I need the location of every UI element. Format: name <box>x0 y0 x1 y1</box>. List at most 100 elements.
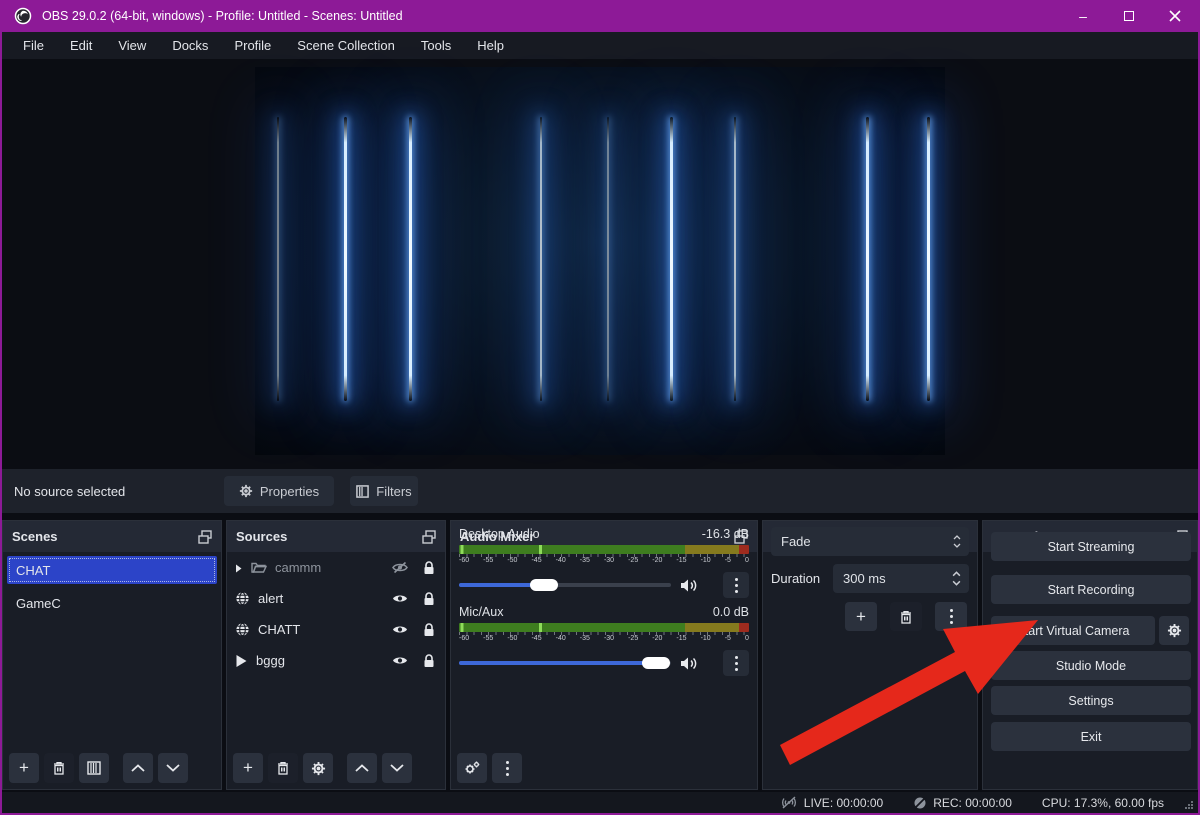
source-name: alert <box>258 591 383 606</box>
menu-profile[interactable]: Profile <box>221 32 284 59</box>
channel-menu-button[interactable] <box>723 572 749 598</box>
meter-scale-tick: -25 <box>628 635 638 642</box>
source-row-cammm[interactable]: cammm <box>227 552 445 583</box>
filter-icon <box>356 485 369 498</box>
meter-scale-tick: -10 <box>701 557 711 564</box>
transition-select[interactable]: Fade <box>771 527 969 556</box>
lock-icon[interactable] <box>423 623 435 637</box>
remove-transition-button[interactable] <box>890 602 922 631</box>
advanced-audio-button[interactable] <box>457 753 487 783</box>
expand-caret-icon[interactable] <box>235 564 243 572</box>
add-transition-button[interactable]: + <box>845 602 877 631</box>
duration-spinbox[interactable]: 300 ms <box>833 564 969 593</box>
scene-up-button[interactable] <box>123 753 153 783</box>
menu-view[interactable]: View <box>105 32 159 59</box>
meter-scale-tick: -20 <box>652 557 662 564</box>
properties-label: Properties <box>260 484 319 499</box>
preview-area[interactable] <box>2 59 1198 469</box>
scene-item-gamec[interactable]: GameC <box>3 589 221 618</box>
controls-panel: Controls Start Streaming Start Recording… <box>982 520 1198 790</box>
start-recording-button[interactable]: Start Recording <box>991 575 1191 604</box>
channel-name: Mic/Aux <box>459 605 503 619</box>
sources-toolbar: + <box>233 753 412 783</box>
add-scene-button[interactable]: + <box>9 753 39 783</box>
scene-down-button[interactable] <box>158 753 188 783</box>
neon-line <box>540 117 542 400</box>
add-source-button[interactable]: + <box>233 753 263 783</box>
resize-grip[interactable] <box>1185 801 1194 810</box>
meter-scale-tick: 0 <box>745 635 749 642</box>
maximize-button[interactable] <box>1106 0 1152 32</box>
dock-area: Scenes CHAT GameC + Sources <box>2 513 1198 792</box>
visibility-on-icon[interactable] <box>391 654 409 667</box>
volume-slider[interactable] <box>459 661 671 665</box>
rec-timer: REC: 00:00:00 <box>933 796 1012 810</box>
preview-canvas[interactable] <box>255 67 945 455</box>
source-row-bggg[interactable]: bggg <box>227 645 445 676</box>
remove-scene-button[interactable] <box>44 753 74 783</box>
studio-mode-button[interactable]: Studio Mode <box>991 651 1191 680</box>
filters-button[interactable]: Filters <box>350 476 418 506</box>
kebab-menu-icon <box>735 656 738 671</box>
meter-scale: -60-55-50-45-40-35-30-25-20-15-10-50 <box>459 557 749 567</box>
no-source-selected-label: No source selected <box>14 484 125 499</box>
spinner-chevrons-icon[interactable] <box>952 571 961 586</box>
source-row-alert[interactable]: alert <box>227 583 445 614</box>
minimize-button[interactable]: – <box>1060 0 1106 32</box>
menu-tools[interactable]: Tools <box>408 32 464 59</box>
double-gear-icon <box>464 761 480 775</box>
neon-line <box>670 117 673 400</box>
scene-name: CHAT <box>16 563 50 578</box>
mixer-menu-button[interactable] <box>492 753 522 783</box>
source-down-button[interactable] <box>382 753 412 783</box>
visibility-on-icon[interactable] <box>391 623 409 636</box>
channel-name: Desktop Audio <box>459 527 540 541</box>
start-virtual-camera-button[interactable]: Start Virtual Camera <box>991 616 1155 645</box>
meter-scale-tick: -45 <box>531 635 541 642</box>
menu-help[interactable]: Help <box>464 32 517 59</box>
exit-button[interactable]: Exit <box>991 722 1191 751</box>
start-streaming-button[interactable]: Start Streaming <box>991 532 1191 561</box>
transition-value: Fade <box>781 534 811 549</box>
meter-scale-tick: -30 <box>604 635 614 642</box>
source-properties-button[interactable] <box>303 753 333 783</box>
globe-icon <box>235 622 250 637</box>
transition-menu-button[interactable] <box>935 602 967 631</box>
lock-icon[interactable] <box>423 654 435 668</box>
neon-line <box>734 117 736 400</box>
slider-handle[interactable] <box>530 579 558 591</box>
visibility-on-icon[interactable] <box>391 592 409 605</box>
menu-docks[interactable]: Docks <box>159 32 221 59</box>
close-button[interactable] <box>1152 0 1198 32</box>
virtual-camera-config-button[interactable] <box>1159 616 1189 645</box>
gear-icon <box>1167 623 1182 638</box>
settings-button[interactable]: Settings <box>991 686 1191 715</box>
visibility-off-icon[interactable] <box>391 561 409 574</box>
sources-panel-header: Sources <box>227 521 445 552</box>
speaker-icon[interactable] <box>680 578 698 593</box>
remove-source-button[interactable] <box>268 753 298 783</box>
lock-icon[interactable] <box>423 561 435 575</box>
properties-button[interactable]: Properties <box>224 476 334 506</box>
source-row-chatt[interactable]: CHATT <box>227 614 445 645</box>
meter-scale-tick: -45 <box>531 557 541 564</box>
rec-status: REC: 00:00:00 <box>913 796 1012 810</box>
menu-file[interactable]: File <box>10 32 57 59</box>
source-up-button[interactable] <box>347 753 377 783</box>
volume-slider[interactable] <box>459 583 671 587</box>
neon-line <box>866 117 869 400</box>
popout-icon[interactable] <box>422 530 436 544</box>
channel-menu-button[interactable] <box>723 650 749 676</box>
neon-line <box>277 117 279 400</box>
popout-icon[interactable] <box>198 530 212 544</box>
live-status: LIVE: 00:00:00 <box>780 796 883 810</box>
menu-scene-collection[interactable]: Scene Collection <box>284 32 408 59</box>
menu-edit[interactable]: Edit <box>57 32 105 59</box>
scenes-panel-header: Scenes <box>3 521 221 552</box>
slider-handle[interactable] <box>642 657 670 669</box>
lock-icon[interactable] <box>423 592 435 606</box>
speaker-icon[interactable] <box>680 656 698 671</box>
scene-filters-button[interactable] <box>79 753 109 783</box>
source-context-bar: No source selected Properties Filters <box>2 469 1198 513</box>
scene-item-chat[interactable]: CHAT <box>7 556 217 584</box>
